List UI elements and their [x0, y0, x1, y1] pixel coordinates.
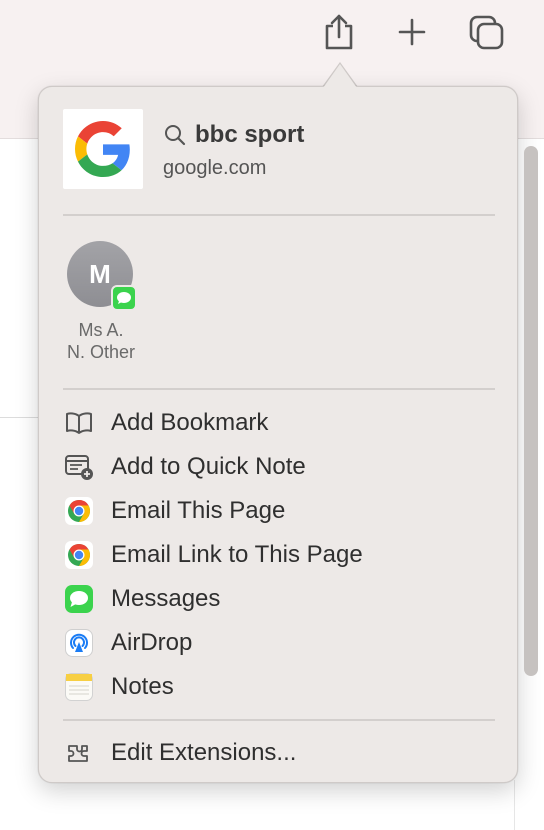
notes-item[interactable]: Notes: [63, 667, 495, 707]
popover-arrow-fill: [323, 64, 357, 88]
quick-note-icon: [63, 451, 95, 483]
airdrop-icon: [63, 627, 95, 659]
scrollbar[interactable]: [524, 146, 538, 676]
messages-icon: [63, 583, 95, 615]
add-bookmark-label: Add Bookmark: [111, 409, 269, 436]
google-logo-icon: [75, 121, 130, 177]
page-divider-vertical: [514, 780, 515, 830]
email-page-label: Email This Page: [111, 497, 286, 524]
share-button[interactable]: [319, 12, 359, 52]
email-page-item[interactable]: Email This Page: [63, 491, 495, 531]
chrome-icon: [63, 539, 95, 571]
notes-icon: [63, 671, 95, 703]
notes-label: Notes: [111, 673, 174, 700]
messages-item[interactable]: Messages: [63, 579, 495, 619]
share-icon: [325, 14, 353, 50]
messages-badge-icon: [111, 285, 137, 311]
new-tab-button[interactable]: [392, 12, 432, 52]
share-sheet: bbc sport google.com M Ms A. N. Other Ad…: [38, 86, 518, 783]
page-thumbnail: [63, 109, 143, 189]
email-link-label: Email Link to This Page: [111, 541, 363, 568]
search-icon: [165, 125, 186, 146]
messages-label: Messages: [111, 585, 221, 612]
airdrop-item[interactable]: AirDrop: [63, 623, 495, 663]
share-title-text: bbc sport: [195, 121, 305, 148]
separator: [63, 388, 495, 390]
contact-name-line2: N. Other: [66, 342, 136, 362]
email-link-item[interactable]: Email Link to This Page: [63, 535, 495, 575]
chrome-icon: [63, 495, 95, 527]
tab-overview-button[interactable]: [467, 12, 507, 52]
page-divider: [0, 417, 40, 418]
edit-extensions-label: Edit Extensions...: [111, 739, 297, 766]
share-title: bbc sport: [163, 121, 304, 149]
avatar-initial: M: [89, 258, 111, 289]
edit-extensions-item[interactable]: Edit Extensions...: [63, 733, 495, 773]
airdrop-label: AirDrop: [111, 629, 193, 656]
add-bookmark-item[interactable]: Add Bookmark: [63, 403, 495, 443]
extensions-icon: [63, 737, 95, 769]
tab-overview-icon: [469, 15, 504, 50]
add-quick-note-label: Add to Quick Note: [111, 453, 306, 480]
plus-icon: [398, 18, 426, 46]
add-quick-note-item[interactable]: Add to Quick Note: [63, 447, 495, 487]
share-subtitle: google.com: [163, 157, 267, 179]
separator: [63, 719, 495, 721]
separator: [63, 214, 495, 216]
contact-name-line1: Ms A.: [78, 320, 124, 340]
contact-name: Ms A. N. Other: [49, 319, 153, 363]
bookmark-book-icon: [63, 407, 95, 439]
